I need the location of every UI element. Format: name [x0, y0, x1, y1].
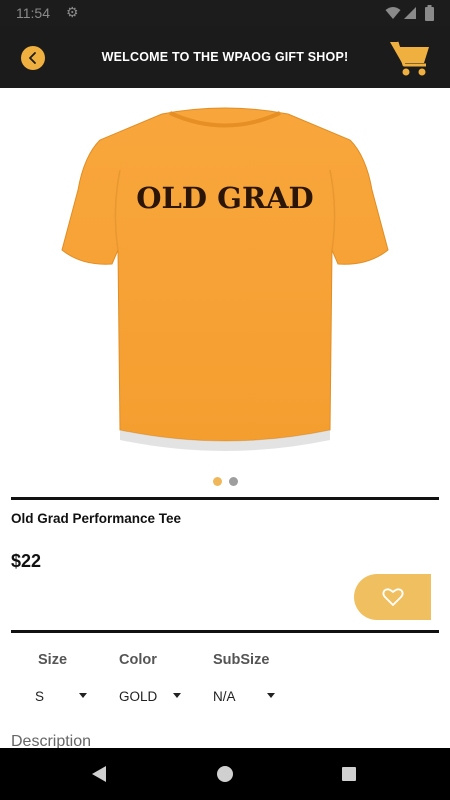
color-select[interactable]: GOLD: [119, 687, 184, 705]
divider: [11, 497, 439, 500]
battery-icon: [425, 5, 434, 21]
carousel-dot-1[interactable]: [212, 477, 222, 486]
dropdown-arrow-icon: [267, 693, 275, 698]
system-navigation-bar: [0, 748, 450, 800]
size-label: Size: [38, 652, 68, 668]
image-carousel-dots: [0, 477, 450, 487]
status-time: 11:54: [16, 5, 50, 21]
page-title: WELCOME TO THE WPAOG GIFT SHOP!: [101, 50, 349, 64]
signal-icon: [404, 7, 416, 19]
app-header: WELCOME TO THE WPAOG GIFT SHOP!: [0, 26, 450, 88]
nav-recents-icon[interactable]: [342, 767, 356, 781]
color-label: Color: [119, 652, 157, 668]
product-image[interactable]: OLD GRAD: [50, 100, 400, 460]
wifi-icon: [385, 7, 401, 19]
dropdown-arrow-icon: [173, 693, 181, 698]
shirt-print-text: OLD GRAD: [136, 181, 313, 215]
favorite-button[interactable]: [354, 574, 431, 620]
heart-outline-icon: [381, 588, 404, 606]
subsize-select[interactable]: N/A: [213, 687, 278, 705]
subsize-label: SubSize: [213, 652, 270, 668]
product-name: Old Grad Performance Tee: [11, 511, 182, 526]
divider: [11, 630, 439, 633]
chevron-left-icon: [29, 52, 36, 64]
status-bar: 11:54 ⚙: [0, 0, 450, 26]
settings-gear-icon: ⚙: [66, 4, 79, 20]
nav-home-icon[interactable]: [217, 766, 233, 782]
size-value: S: [35, 688, 45, 704]
nav-back-icon[interactable]: [91, 765, 107, 783]
dropdown-arrow-icon: [79, 693, 87, 698]
product-price: $22: [11, 551, 42, 571]
color-value: GOLD: [119, 688, 158, 704]
carousel-dot-2[interactable]: [228, 477, 238, 486]
shopping-cart-icon[interactable]: [388, 38, 432, 78]
size-select[interactable]: S: [35, 687, 90, 705]
subsize-value: N/A: [213, 688, 236, 704]
back-button[interactable]: [21, 46, 45, 70]
